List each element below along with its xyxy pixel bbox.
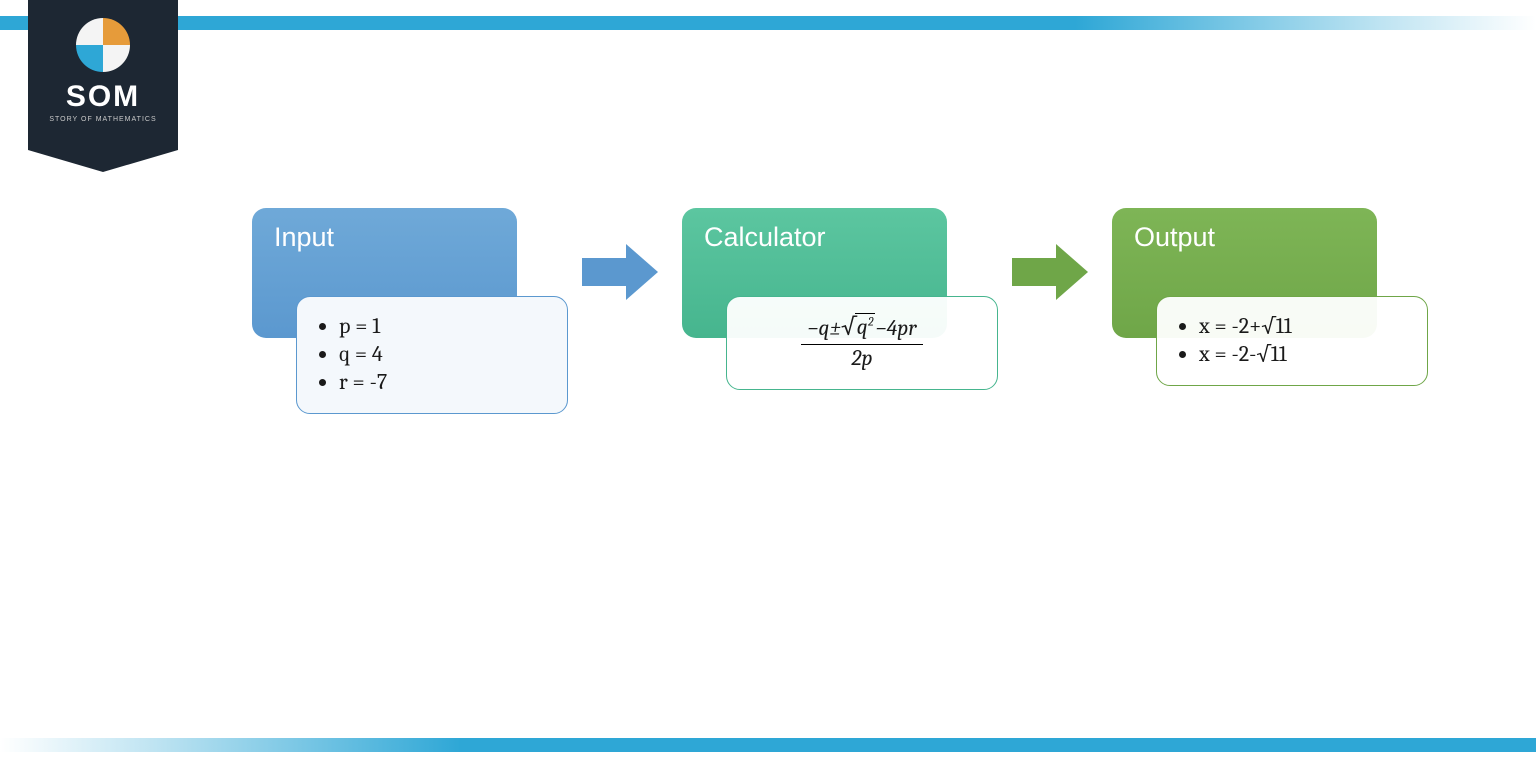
logo-text: SOM <box>66 82 140 112</box>
bottom-accent-bar <box>0 738 1536 752</box>
stage-output-title: Output <box>1134 222 1215 252</box>
stage-calculator: Calculator −q±√q2−4pr 2p <box>682 208 992 428</box>
stage-output-content: x = -2+√11 x = -2-√11 <box>1156 296 1428 386</box>
logo-banner: SOM STORY OF MATHEMATICS <box>28 0 178 150</box>
output-item: x = -2-√11 <box>1199 341 1407 367</box>
stage-calculator-title: Calculator <box>704 222 826 252</box>
process-flow: Input p = 1 q = 4 r = -7 Calculator −q±√… <box>252 208 1422 468</box>
stage-calculator-content: −q±√q2−4pr 2p <box>726 296 998 390</box>
top-accent-bar <box>0 16 1536 30</box>
quadratic-formula: −q±√q2−4pr 2p <box>747 311 977 373</box>
logo-subtitle: STORY OF MATHEMATICS <box>49 116 156 123</box>
input-item: r = -7 <box>339 369 547 395</box>
stage-input: Input p = 1 q = 4 r = -7 <box>252 208 562 468</box>
input-item: p = 1 <box>339 313 547 339</box>
stage-input-content: p = 1 q = 4 r = -7 <box>296 296 568 414</box>
arrow-right-icon <box>1012 244 1092 300</box>
input-item: q = 4 <box>339 341 547 367</box>
stage-output: Output x = -2+√11 x = -2-√11 <box>1112 208 1422 428</box>
logo-icon <box>76 18 130 72</box>
stage-input-title: Input <box>274 222 334 252</box>
output-item: x = -2+√11 <box>1199 313 1407 339</box>
arrow-right-icon <box>582 244 662 300</box>
